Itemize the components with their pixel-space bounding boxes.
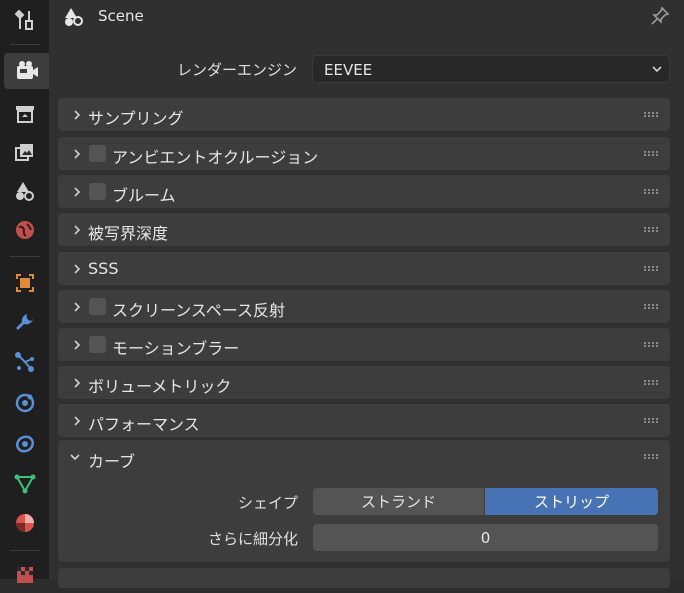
shape-option-strip[interactable]: ストリップ: [485, 488, 658, 515]
chevron-right-icon: [74, 302, 81, 312]
drag-handle-icon[interactable]: [644, 342, 660, 347]
chevron-right-icon: [74, 340, 81, 350]
chevron-right-icon: [74, 225, 81, 235]
page-title: Scene: [98, 7, 144, 25]
panel-label: SSS: [88, 259, 119, 278]
tab-constraints[interactable]: [6, 425, 44, 461]
properties-editor: Scene レンダーエンジン EEVEE サンプリング アンビエントオクルージョ…: [49, 0, 684, 588]
enable-checkbox[interactable]: [89, 183, 106, 200]
chevron-down-icon: [652, 66, 662, 73]
chevron-right-icon: [74, 416, 81, 426]
enable-checkbox[interactable]: [89, 145, 106, 162]
panel-label: 被写界深度: [88, 224, 169, 243]
chevron-right-icon: [74, 149, 81, 159]
subdivide-number-field[interactable]: 0: [313, 524, 658, 551]
drag-handle-icon[interactable]: [644, 304, 660, 309]
tab-scene[interactable]: [6, 173, 44, 209]
chevron-right-icon: [74, 378, 81, 388]
scene-icon: [16, 182, 34, 201]
panel-bloom[interactable]: ブルーム: [58, 175, 670, 208]
panel-volumetrics[interactable]: ボリューメトリック: [58, 366, 670, 399]
panel-ambient-occlusion[interactable]: アンビエントオクルージョン: [58, 137, 670, 170]
physics-icon: [15, 393, 35, 413]
panel-screen-space-reflections[interactable]: スクリーンスペース反射: [58, 290, 670, 323]
panel-next[interactable]: [58, 568, 670, 588]
panel-motion-blur[interactable]: モーションブラー: [58, 328, 670, 361]
tab-view-layer[interactable]: [6, 134, 44, 170]
panel-label: モーションブラー: [112, 339, 240, 358]
particles-icon: [15, 352, 34, 372]
tab-data[interactable]: [6, 465, 44, 501]
constraints-icon: [15, 435, 35, 453]
panel-sampling[interactable]: サンプリング: [58, 98, 670, 131]
tab-object[interactable]: [6, 265, 44, 301]
chevron-right-icon: [74, 110, 81, 120]
tool-icon: [14, 9, 33, 30]
tab-modifier[interactable]: [6, 304, 44, 340]
texture-icon: [17, 567, 33, 583]
scene-icon: [65, 8, 83, 26]
tab-material[interactable]: [6, 505, 44, 541]
render-engine-label: レンダーエンジン: [176, 61, 297, 79]
world-icon: [16, 221, 34, 239]
panel-label: スクリーンスペース反射: [112, 301, 285, 320]
drag-handle-icon[interactable]: [644, 189, 660, 194]
panel-label: ブルーム: [112, 186, 176, 205]
tab-particles[interactable]: [6, 344, 44, 380]
drag-handle-icon[interactable]: [644, 380, 660, 385]
tab-render[interactable]: [4, 53, 49, 89]
object-icon: [16, 274, 34, 292]
tab-tool[interactable]: [6, 2, 44, 38]
enable-checkbox[interactable]: [89, 298, 106, 315]
panel-sss[interactable]: SSS: [58, 252, 670, 285]
view-layer-icon: [15, 144, 33, 161]
drag-handle-icon[interactable]: [644, 266, 660, 271]
shape-label: シェイプ: [237, 494, 298, 512]
panel-label: アンビエントオクルージョン: [112, 148, 319, 167]
drag-handle-icon[interactable]: [644, 418, 660, 423]
shape-option-strand[interactable]: ストランド: [313, 488, 484, 515]
drag-handle-icon[interactable]: [644, 112, 660, 117]
data-icon: [14, 474, 36, 494]
panel-performance[interactable]: パフォーマンス: [58, 404, 670, 437]
chevron-down-icon[interactable]: [69, 452, 81, 462]
panel-label: サンプリング: [88, 109, 184, 128]
pin-icon[interactable]: [649, 5, 671, 27]
tab-physics[interactable]: [6, 385, 44, 421]
render-engine-dropdown[interactable]: EEVEE: [312, 55, 670, 83]
enable-checkbox[interactable]: [89, 336, 106, 353]
panel-label[interactable]: カーブ: [88, 448, 135, 472]
properties-tab-bar: [0, 0, 49, 583]
tab-output[interactable]: [6, 96, 44, 132]
render-icon: [16, 61, 38, 79]
tab-texture[interactable]: [6, 557, 44, 593]
render-engine-value: EEVEE: [324, 61, 373, 79]
material-icon: [16, 514, 34, 532]
properties-header: Scene: [49, 0, 684, 34]
modifier-icon: [16, 314, 33, 330]
output-icon: [16, 106, 34, 123]
chevron-right-icon: [74, 187, 81, 197]
drag-handle-icon[interactable]: [644, 151, 660, 156]
drag-handle-icon[interactable]: [644, 454, 660, 459]
subdivide-label: さらに細分化: [207, 530, 298, 548]
chevron-right-icon: [74, 264, 81, 274]
panel-depth-of-field[interactable]: 被写界深度: [58, 213, 670, 246]
panel-label: パフォーマンス: [88, 415, 200, 434]
tab-world[interactable]: [6, 212, 44, 248]
panel-label: ボリューメトリック: [88, 377, 232, 396]
drag-handle-icon[interactable]: [644, 227, 660, 232]
